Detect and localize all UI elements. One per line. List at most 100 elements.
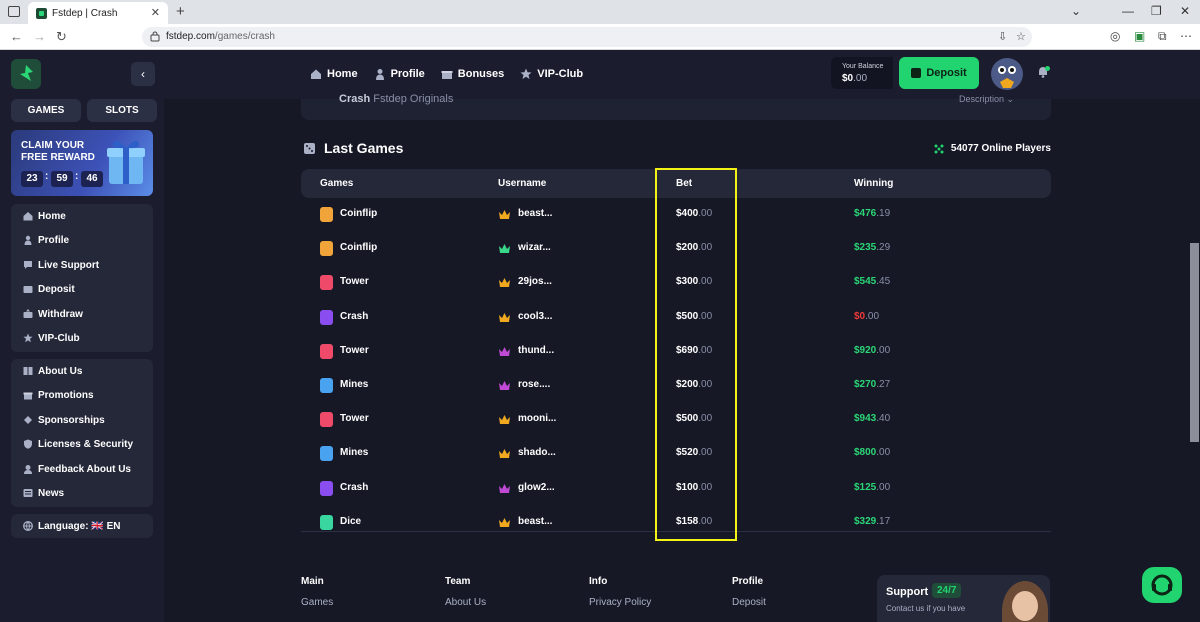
tab-games[interactable]: GAMES [11, 99, 81, 122]
winning-cents: .19 [876, 208, 891, 219]
online-players: 54077 Online Players [933, 143, 1051, 154]
language-item[interactable]: Language: 🇬🇧 EN [11, 516, 153, 536]
description-toggle[interactable]: Description ⌄ [959, 94, 1014, 105]
minimize-icon[interactable]: — [1122, 4, 1134, 18]
sidebar-item-withdraw[interactable]: Withdraw [11, 304, 153, 324]
game-name-cell: Mines [340, 379, 369, 390]
game-type-icon [320, 480, 333, 496]
tab-list-icon[interactable]: ⌄ [1071, 4, 1081, 18]
close-window-icon[interactable]: ✕ [1180, 4, 1190, 18]
sidebar-collapse-button[interactable]: ‹ [131, 62, 155, 86]
forward-icon[interactable]: → [33, 29, 46, 44]
players-icon [934, 144, 944, 153]
table-row: Tower 29jos... $300.00 $545.45 [301, 266, 1051, 300]
site-logo-icon[interactable] [11, 59, 41, 89]
bet-amount: $520 [676, 447, 699, 459]
bet-amount: $300 [676, 276, 699, 288]
reload-icon[interactable]: ↻ [56, 29, 67, 45]
nav-vip-club[interactable]: VIP-Club [520, 68, 583, 80]
bet-cents: .00 [698, 242, 713, 254]
bet-amount: $500 [676, 310, 699, 322]
footer-link[interactable]: Privacy Policy [589, 597, 651, 608]
game-type-icon [320, 241, 333, 257]
tab-slots[interactable]: SLOTS [87, 99, 157, 122]
browser-menu-icon[interactable]: ⋯ [1180, 29, 1192, 43]
balance-label: Your Balance [842, 63, 884, 70]
username-cell[interactable]: beast... [518, 208, 552, 219]
bet-cents: .00 [698, 515, 713, 527]
winning-cents: .29 [876, 242, 891, 254]
browser-tab[interactable]: Fstdep | Crash ✕ [28, 2, 168, 24]
bookmark-star-icon[interactable]: ☆ [1016, 30, 1026, 43]
profile-icon [375, 69, 384, 80]
star-icon [23, 333, 33, 343]
sidebar-item-vip-club[interactable]: VIP-Club [11, 328, 153, 348]
live-chat-button[interactable] [1142, 567, 1182, 603]
footer-link[interactable]: About Us [445, 597, 486, 608]
wallet-icon [23, 286, 33, 293]
sidebar-item-feedback[interactable]: Feedback About Us [11, 459, 153, 479]
tab-close-icon[interactable]: ✕ [151, 6, 160, 19]
sidebar-item-deposit[interactable]: Deposit [11, 279, 153, 299]
footer-column-info: Info Privacy Policy [589, 576, 651, 608]
sidebar-item-home[interactable]: Home [11, 206, 153, 226]
sidebar-item-live-support[interactable]: Live Support [11, 255, 153, 275]
table-header: Games Username Bet Winning [301, 169, 1051, 198]
winning-cents: .40 [876, 413, 891, 425]
extensions-puzzle-icon[interactable]: ⧉ [1158, 29, 1167, 44]
username-cell[interactable]: wizar... [518, 242, 551, 253]
install-app-icon[interactable]: ⇩ [998, 30, 1007, 43]
username-cell[interactable]: mooni... [518, 413, 556, 424]
username-cell[interactable]: rose.... [518, 379, 550, 390]
bet-cents: .00 [698, 481, 713, 493]
balance-box: Your Balance $0.00 [831, 57, 893, 89]
support-card[interactable]: Support 24/7 Contact us if you have [877, 575, 1050, 622]
table-row: Crash glow2... $100.00 $125.00 [301, 472, 1051, 506]
back-icon[interactable]: ← [10, 29, 23, 44]
bet-amount: $100 [676, 481, 699, 493]
column-winning: Winning [854, 178, 894, 189]
nav-bonuses[interactable]: Bonuses [441, 68, 504, 80]
top-navigation: Home Profile Bonuses VIP-Club [310, 68, 599, 80]
username-cell[interactable]: 29jos... [518, 276, 552, 287]
nav-profile[interactable]: Profile [374, 68, 425, 80]
username-cell[interactable]: cool3... [518, 311, 552, 322]
game-name-cell: Coinflip [340, 242, 378, 254]
username-cell[interactable]: shado... [518, 447, 556, 458]
username-cell[interactable]: beast... [518, 516, 552, 527]
bet-cents: .00 [698, 276, 713, 288]
winning-cents: .00 [876, 447, 891, 459]
window-menu-icon[interactable] [8, 6, 20, 17]
sidebar-item-licenses-security[interactable]: Licenses & Security [11, 434, 153, 454]
nav-vip-club-label: VIP-Club [537, 68, 584, 80]
username-cell[interactable]: thund... [518, 345, 554, 356]
language-selector[interactable]: Language: 🇬🇧 EN [11, 514, 153, 538]
news-icon [23, 489, 33, 497]
winning-amount: $920 [854, 344, 877, 356]
footer-heading: Profile [732, 576, 764, 587]
deposit-label: Deposit [926, 67, 967, 79]
maximize-icon[interactable]: ❐ [1151, 4, 1162, 18]
new-tab-icon[interactable]: + [176, 3, 185, 20]
sidebar-item-profile[interactable]: Profile [11, 230, 153, 250]
sidebar-item-about-us[interactable]: About Us [11, 361, 153, 381]
footer-link[interactable]: Games [301, 597, 333, 608]
extension-sync-icon[interactable]: ◎ [1110, 29, 1120, 43]
nav-home[interactable]: Home [310, 68, 358, 80]
username-cell[interactable]: glow2... [518, 482, 555, 493]
sidebar-item-sponsorships[interactable]: Sponsorships [11, 410, 153, 430]
rank-crown-icon [499, 210, 510, 219]
user-avatar[interactable] [991, 58, 1023, 90]
sidebar-item-news[interactable]: News [11, 483, 153, 503]
free-reward-banner[interactable]: CLAIM YOUR FREE REWARD 23 : 59 : 46 [11, 130, 153, 196]
extension-icon[interactable]: ▣ [1134, 29, 1145, 43]
url-host: fstdep.com [166, 31, 215, 42]
deposit-button[interactable]: Deposit [899, 57, 979, 89]
footer-link[interactable]: Deposit [732, 597, 766, 608]
page-scrollbar[interactable] [1190, 243, 1199, 442]
url-field[interactable]: fstdep.com/games/crash ⇩ ☆ [142, 27, 1032, 47]
sidebar-item-promotions[interactable]: Promotions [11, 385, 153, 405]
support-badge: 24/7 [932, 583, 962, 598]
bet-amount: $200 [676, 379, 699, 390]
site-info-icon[interactable] [150, 31, 160, 42]
